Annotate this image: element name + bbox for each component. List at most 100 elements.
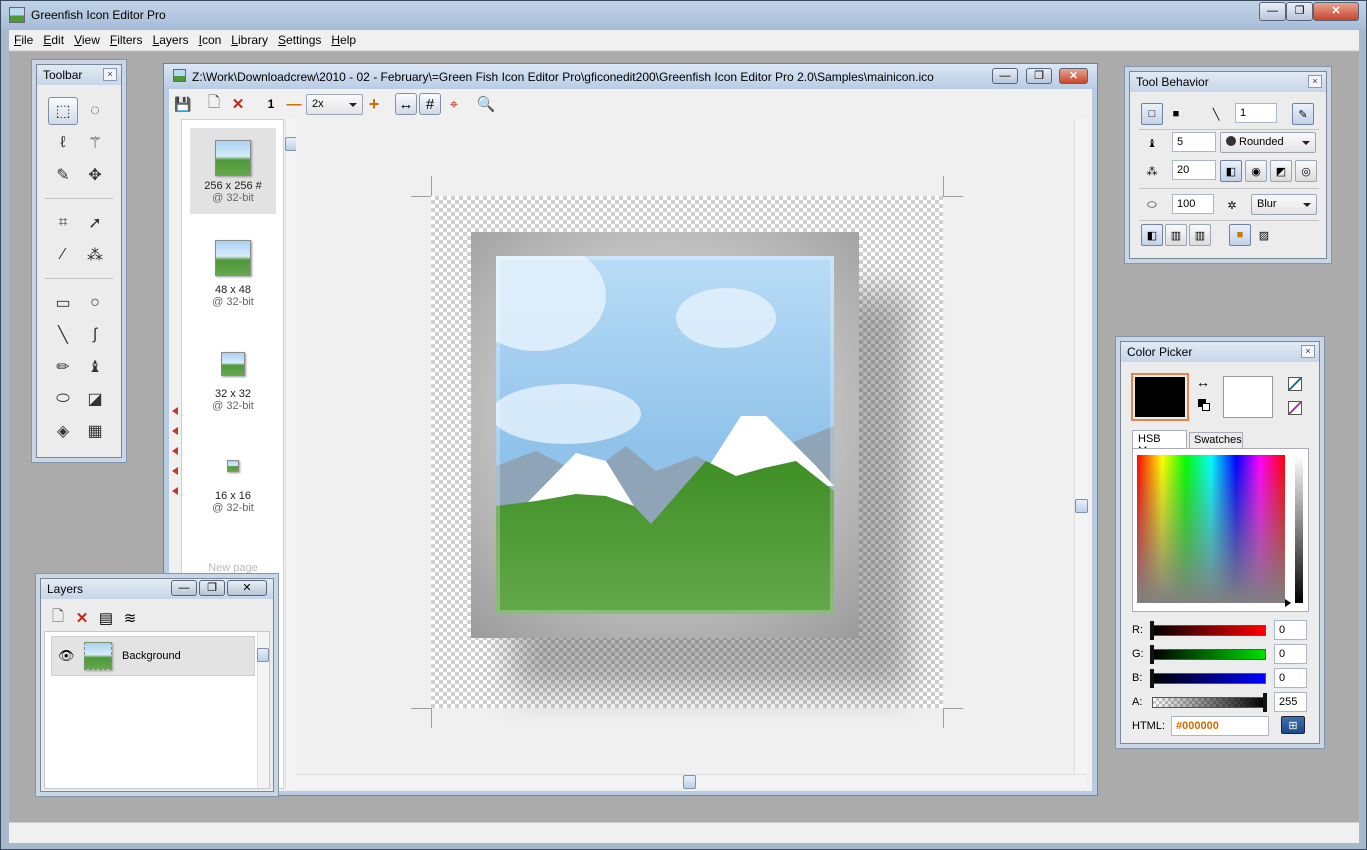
spray-icon[interactable]: ⁂ [80, 241, 110, 269]
brush-size-input[interactable]: 5 [1172, 132, 1216, 152]
move-icon[interactable]: ✥ [80, 161, 110, 189]
effect-select[interactable]: Blur [1251, 194, 1317, 215]
eyedropper-icon[interactable]: ⁄ [48, 241, 78, 269]
layer-list-scrollbar[interactable] [257, 632, 269, 788]
filled-shape-icon[interactable]: ■ [1165, 103, 1187, 125]
menu-view[interactable]: View [69, 30, 105, 47]
rectangle-icon[interactable]: ▭ [48, 289, 78, 317]
blue-channel-slider[interactable] [1152, 673, 1266, 684]
actual-size-icon[interactable]: 1 [260, 93, 282, 115]
fit-width-icon[interactable]: ↔ [395, 93, 417, 115]
doc-close-button[interactable]: ✕ [1059, 68, 1088, 84]
inverted-color-icon[interactable] [1288, 401, 1302, 415]
menu-help[interactable]: Help [326, 30, 361, 47]
layer-properties-icon[interactable]: ▤ [95, 607, 117, 629]
ellipse-icon[interactable]: ○ [80, 289, 110, 317]
merge-layers-icon[interactable]: ≋ [119, 607, 141, 629]
hardness-hard-icon[interactable]: ◧ [1220, 160, 1242, 182]
line-icon[interactable]: ╲ [48, 321, 78, 349]
hardness-soft-icon[interactable]: ◉ [1245, 160, 1267, 182]
new-layer-icon[interactable]: 🗋 [47, 607, 69, 629]
doc-maximize-button[interactable]: ❐ [1026, 68, 1052, 84]
brightness-slider[interactable] [1295, 455, 1303, 603]
blue-value-input[interactable]: 0 [1274, 668, 1307, 688]
toolbar-panel-close-button[interactable]: × [103, 68, 117, 81]
canvas-vertical-scrollbar[interactable] [1074, 119, 1088, 774]
canvas-horizontal-scroll-thumb[interactable] [683, 775, 696, 789]
html-color-input[interactable]: #000000 [1171, 716, 1269, 736]
main-titlebar[interactable]: Greenfish Icon Editor Pro — ❐ ✕ [1, 1, 1366, 29]
page-item[interactable]: 48 x 48 @ 32-bit [190, 240, 276, 320]
fill-color-icon[interactable]: ■ [1229, 224, 1251, 246]
red-value-input[interactable]: 0 [1274, 620, 1307, 640]
delete-page-icon[interactable]: ✕ [227, 93, 249, 115]
canvas-horizontal-scrollbar[interactable] [296, 774, 1086, 789]
delete-layer-icon[interactable]: ✕ [71, 607, 93, 629]
green-value-input[interactable]: 0 [1274, 644, 1307, 664]
maximize-button[interactable]: ❐ [1286, 2, 1313, 21]
zoom-out-icon[interactable]: — [283, 93, 305, 115]
brush-shape-select[interactable]: Rounded [1220, 132, 1316, 153]
grid-icon[interactable]: # [419, 93, 441, 115]
menu-filters[interactable]: Filters [105, 30, 148, 47]
ellipse-select-icon[interactable]: ◌ [80, 97, 110, 125]
system-color-picker-icon[interactable]: ⊞ [1281, 716, 1305, 734]
canvas-area[interactable] [296, 119, 1081, 774]
tab-swatches[interactable]: Swatches [1189, 432, 1243, 448]
tool-behavior-close-button[interactable]: × [1308, 75, 1322, 88]
menu-icon[interactable]: Icon [194, 30, 227, 47]
gradient-icon[interactable]: ▦ [80, 417, 110, 445]
alpha-value-input[interactable]: 255 [1274, 692, 1307, 712]
layer-list-scroll-thumb[interactable] [257, 648, 269, 662]
outline-shape-icon[interactable]: □ [1141, 103, 1163, 125]
doc-minimize-button[interactable]: — [992, 68, 1018, 84]
menu-library[interactable]: Library [226, 30, 273, 47]
hardness-swirl-icon[interactable]: ◎ [1295, 160, 1317, 182]
transparent-color-icon[interactable] [1288, 377, 1302, 391]
spray-amount-input[interactable]: 20 [1172, 160, 1216, 180]
brightness-handle-icon[interactable] [1285, 599, 1291, 607]
brush-icon[interactable]: ♝ [80, 353, 110, 381]
zoom-in-icon[interactable]: + [363, 93, 385, 115]
line-width-input[interactable]: 1 [1235, 103, 1277, 123]
blend-normal-icon[interactable]: ◧ [1141, 224, 1163, 246]
layer-row[interactable]: 👁 Background [51, 636, 255, 676]
green-channel-handle[interactable] [1150, 645, 1154, 664]
swap-colors-icon[interactable]: ↔ [1196, 374, 1210, 390]
page-item[interactable]: 16 x 16 @ 32-bit [190, 460, 276, 524]
tab-hsb-map[interactable]: HSB Map [1132, 430, 1187, 457]
document-titlebar[interactable]: Z:\Work\Downloadcrew\2010 - 02 - Februar… [164, 64, 1097, 88]
eraser-opacity-input[interactable]: 100 [1172, 194, 1214, 214]
antialias-icon[interactable]: ✎ [1292, 103, 1314, 125]
primary-color-well[interactable] [1131, 373, 1189, 421]
layers-close-button[interactable]: ✕ [227, 580, 267, 596]
new-page-icon[interactable]: 🗋 [203, 93, 225, 115]
minimize-button[interactable]: — [1259, 2, 1286, 21]
menu-file[interactable]: File [9, 30, 38, 47]
pointer-icon[interactable]: ➚ [80, 209, 110, 237]
zoom-select[interactable]: 2x [306, 94, 363, 115]
lasso-icon[interactable]: ℓ [48, 129, 78, 157]
red-channel-handle[interactable] [1150, 621, 1154, 640]
green-channel-slider[interactable] [1152, 649, 1266, 660]
menu-layers[interactable]: Layers [148, 30, 194, 47]
red-channel-slider[interactable] [1152, 625, 1266, 636]
page-item[interactable]: 256 x 256 # @ 32-bit [190, 128, 276, 214]
eye-icon[interactable]: 👁 [58, 648, 75, 664]
secondary-color-swatch[interactable] [1223, 376, 1273, 418]
layers-maximize-button[interactable]: ❐ [199, 580, 225, 596]
center-guide-icon[interactable]: ⌖ [443, 93, 465, 115]
icon-canvas[interactable] [431, 196, 943, 708]
canvas-vertical-scroll-thumb[interactable] [1075, 499, 1088, 513]
menu-edit[interactable]: Edit [38, 30, 69, 47]
curve-icon[interactable]: ʃ [80, 321, 110, 349]
alpha-channel-handle[interactable] [1263, 693, 1267, 712]
eraser-icon[interactable]: ⬭ [48, 385, 78, 413]
pencil-select-icon[interactable]: ✎ [48, 161, 78, 189]
magic-wand-icon[interactable]: ⚚ [80, 129, 110, 157]
layers-minimize-button[interactable]: — [171, 580, 197, 596]
save-icon[interactable]: 💾 [172, 93, 194, 115]
hardness-gradient-icon[interactable]: ◩ [1270, 160, 1292, 182]
fill-pattern-icon[interactable]: ▨ [1253, 224, 1275, 246]
hue-saturation-map[interactable] [1137, 455, 1285, 603]
